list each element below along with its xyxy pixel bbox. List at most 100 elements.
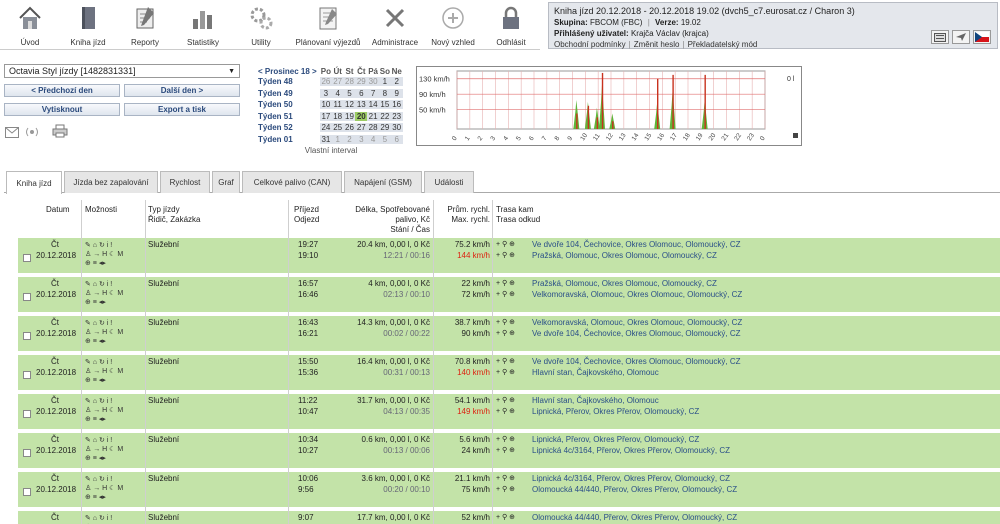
print-button[interactable]: Vytisknout bbox=[4, 103, 120, 116]
terms-link[interactable]: Obchodní podmínky bbox=[554, 40, 626, 49]
row-route-from[interactable]: Lipnická 4c/3164, Přerov, Okres Přerov, … bbox=[532, 446, 730, 457]
calendar-day[interactable]: 3 bbox=[320, 88, 332, 98]
toolbar-item-gears[interactable]: Utility bbox=[248, 2, 274, 48]
row-route-icons-to[interactable]: + ⚲ ⊕ bbox=[496, 474, 515, 485]
row-options-icons[interactable]: ✎ ⌂ ↻ i !♙ → H ☾ M⊕ ≡ ◂▸ bbox=[85, 319, 141, 346]
row-route-to[interactable]: Ve dvoře 104, Čechovice, Okres Olomouc, … bbox=[532, 240, 741, 251]
calendar-day[interactable]: 5 bbox=[378, 134, 391, 144]
calendar-day[interactable]: 2 bbox=[343, 134, 356, 144]
toolbar-item-home[interactable]: Úvod bbox=[12, 2, 48, 48]
calendar-day[interactable]: 4 bbox=[367, 134, 379, 144]
calendar-day[interactable]: 10 bbox=[320, 100, 332, 110]
change-password-link[interactable]: Změnit heslo bbox=[634, 40, 680, 49]
calendar-day[interactable]: 15 bbox=[378, 100, 391, 110]
row-route-icons-from[interactable]: + ⚲ ⊕ bbox=[496, 407, 515, 418]
czech-flag-icon[interactable] bbox=[973, 30, 991, 44]
row-options-icons[interactable]: ✎ ⌂ ↻ i !♙ → H ☾ M⊕ ≡ ◂▸ bbox=[85, 514, 141, 524]
tab-4[interactable]: Graf bbox=[212, 171, 240, 193]
calendar-day[interactable]: 31 bbox=[320, 134, 332, 144]
row-route-from[interactable]: Velkomoravská, Olomouc, Okres Olomouc, O… bbox=[532, 290, 742, 301]
calendar-day[interactable]: 9 bbox=[390, 88, 403, 98]
calendar-day[interactable]: 23 bbox=[390, 111, 403, 121]
row-checkbox[interactable] bbox=[23, 254, 31, 262]
calendar-day[interactable]: 7 bbox=[367, 88, 379, 98]
row-route-icons-from[interactable]: + ⚲ ⊕ bbox=[496, 290, 515, 301]
translator-mode-link[interactable]: Překladatelský mód bbox=[688, 40, 758, 49]
row-route-to[interactable]: Olomoucká 44/440, Přerov, Okres Přerov, … bbox=[532, 513, 737, 524]
calendar-day[interactable]: 6 bbox=[390, 134, 403, 144]
row-route-from[interactable]: Olomoucká 44/440, Přerov, Okres Přerov, … bbox=[532, 485, 737, 496]
row-route-icons-to[interactable]: + ⚲ ⊕ bbox=[496, 279, 515, 290]
row-route-icons-to[interactable]: + ⚲ ⊕ bbox=[496, 240, 515, 251]
calendar-day[interactable]: 4 bbox=[331, 88, 344, 98]
toolbar-item-report[interactable]: Reporty bbox=[128, 2, 162, 48]
calendar-week[interactable]: Týden 49 bbox=[258, 89, 320, 98]
calendar-day[interactable]: 28 bbox=[367, 123, 379, 133]
row-route-from[interactable]: Lipnická, Přerov, Okres Přerov, Olomouck… bbox=[532, 407, 699, 418]
send-icon[interactable] bbox=[952, 30, 970, 44]
row-checkbox[interactable] bbox=[23, 332, 31, 340]
calendar-week[interactable]: Týden 01 bbox=[258, 135, 320, 144]
vehicle-select[interactable]: Octavia Styl jízdy [1482831331] ▼ bbox=[4, 64, 240, 78]
row-route-icons-to[interactable]: + ⚲ ⊕ bbox=[496, 357, 515, 368]
calendar-day[interactable]: 16 bbox=[390, 100, 403, 110]
row-options-icons[interactable]: ✎ ⌂ ↻ i !♙ → H ☾ M⊕ ≡ ◂▸ bbox=[85, 436, 141, 463]
keyboard-icon[interactable] bbox=[931, 30, 949, 44]
toolbar-item-tools[interactable]: Administrace bbox=[370, 2, 420, 48]
toolbar-item-statistics[interactable]: Statistiky bbox=[185, 2, 221, 48]
row-route-to[interactable]: Lipnická, Přerov, Okres Přerov, Olomouck… bbox=[532, 435, 699, 446]
calendar-week[interactable]: Týden 52 bbox=[258, 123, 320, 132]
row-checkbox[interactable] bbox=[23, 449, 31, 457]
calendar-day[interactable]: 8 bbox=[378, 88, 391, 98]
row-route-to[interactable]: Lipnická 4c/3164, Přerov, Okres Přerov, … bbox=[532, 474, 730, 485]
row-route-icons-from[interactable]: + ⚲ ⊕ bbox=[496, 329, 515, 340]
printer-icon[interactable] bbox=[52, 124, 68, 138]
row-checkbox[interactable] bbox=[23, 371, 31, 379]
row-route-icons-to[interactable]: + ⚲ ⊕ bbox=[496, 513, 515, 524]
tab-1[interactable]: Kniha jízd bbox=[6, 171, 62, 194]
calendar-week[interactable]: Týden 51 bbox=[258, 112, 320, 121]
calendar-day[interactable]: 12 bbox=[343, 100, 356, 110]
row-options-icons[interactable]: ✎ ⌂ ↻ i !♙ → H ☾ M⊕ ≡ ◂▸ bbox=[85, 475, 141, 502]
row-route-icons-to[interactable]: + ⚲ ⊕ bbox=[496, 396, 515, 407]
calendar-day[interactable]: 27 bbox=[331, 77, 344, 87]
row-options-icons[interactable]: ✎ ⌂ ↻ i !♙ → H ☾ M⊕ ≡ ◂▸ bbox=[85, 241, 141, 268]
toolbar-item-book[interactable]: Kniha jízd bbox=[66, 2, 110, 48]
row-route-to[interactable]: Hlavní stan, Čajkovského, Olomouc bbox=[532, 396, 659, 407]
row-route-icons-to[interactable]: + ⚲ ⊕ bbox=[496, 435, 515, 446]
calendar-day[interactable]: 18 bbox=[331, 111, 344, 121]
calendar-day[interactable]: 28 bbox=[343, 77, 356, 87]
row-route-icons-from[interactable]: + ⚲ ⊕ bbox=[496, 485, 515, 496]
calendar-day[interactable]: 24 bbox=[320, 123, 332, 133]
calendar-day[interactable]: 25 bbox=[331, 123, 344, 133]
toolbar-item-new-look[interactable]: Nový vzhled bbox=[425, 2, 481, 48]
row-route-to[interactable]: Pražská, Olomouc, Okres Olomouc, Olomouc… bbox=[532, 279, 717, 290]
row-route-from[interactable]: Pražská, Olomouc, Okres Olomouc, Olomouc… bbox=[532, 251, 717, 262]
calendar-day[interactable]: 6 bbox=[355, 88, 368, 98]
export-print-button[interactable]: Export a tisk bbox=[124, 103, 240, 116]
row-options-icons[interactable]: ✎ ⌂ ↻ i !♙ → H ☾ M⊕ ≡ ◂▸ bbox=[85, 280, 141, 307]
calendar-day[interactable]: 30 bbox=[390, 123, 403, 133]
calendar-day[interactable]: 17 bbox=[320, 111, 332, 121]
calendar-day[interactable]: 1 bbox=[378, 77, 391, 87]
row-route-to[interactable]: Ve dvoře 104, Čechovice, Okres Olomouc, … bbox=[532, 357, 741, 368]
calendar-day[interactable]: 5 bbox=[343, 88, 356, 98]
calendar-day[interactable]: 29 bbox=[378, 123, 391, 133]
calendar-day[interactable]: 27 bbox=[355, 123, 368, 133]
calendar-day[interactable]: 14 bbox=[367, 100, 379, 110]
calendar-week[interactable]: Týden 50 bbox=[258, 100, 320, 109]
calendar-day[interactable]: 20 bbox=[355, 111, 368, 121]
row-route-to[interactable]: Velkomoravská, Olomouc, Okres Olomouc, O… bbox=[532, 318, 742, 329]
row-route-from[interactable]: Ve dvoře 104, Čechovice, Okres Olomouc, … bbox=[532, 329, 741, 340]
row-route-icons-from[interactable]: + ⚲ ⊕ bbox=[496, 368, 515, 379]
row-route-icons-to[interactable]: + ⚲ ⊕ bbox=[496, 318, 515, 329]
row-options-icons[interactable]: ✎ ⌂ ↻ i !♙ → H ☾ M⊕ ≡ ◂▸ bbox=[85, 358, 141, 385]
calendar-day[interactable]: 1 bbox=[331, 134, 344, 144]
tab-5[interactable]: Celkové palivo (CAN) bbox=[242, 171, 342, 193]
custom-interval-link[interactable]: Vlastní interval bbox=[258, 146, 404, 155]
calendar-day[interactable]: 26 bbox=[343, 123, 356, 133]
row-route-from[interactable]: Hlavní stan, Čajkovského, Olomouc bbox=[532, 368, 659, 379]
calendar-day[interactable]: 11 bbox=[331, 100, 344, 110]
broadcast-icon[interactable] bbox=[24, 125, 40, 139]
row-checkbox[interactable] bbox=[23, 293, 31, 301]
